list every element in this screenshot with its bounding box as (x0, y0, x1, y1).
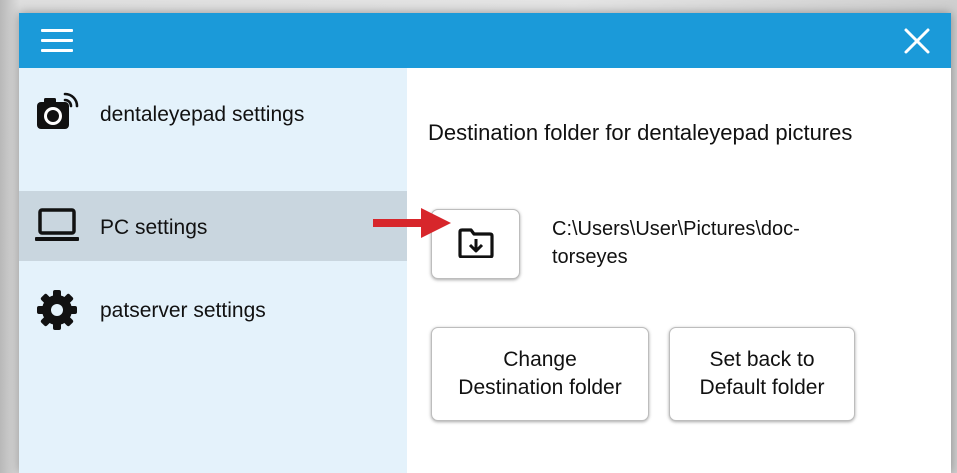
set-default-folder-label: Set back to Default folder (670, 346, 854, 402)
change-button-line-2: Destination folder (458, 376, 622, 399)
title-bar (19, 13, 951, 68)
sidebar-item-label: patserver settings (100, 299, 266, 322)
sidebar-item-dentaleyepad-settings[interactable]: dentaleyepad settings (19, 78, 407, 148)
destination-folder-heading: Destination folder for dentaleyepad pict… (428, 120, 853, 145)
sidebar-item-pc-settings[interactable]: PC settings (19, 191, 407, 261)
reset-button-line-2: Default folder (699, 376, 825, 399)
reset-button-line-1: Set back to (709, 348, 815, 371)
gear-icon (37, 290, 77, 330)
destination-path-line-2: torseyes (552, 246, 628, 268)
sidebar: dentaleyepad settings PC settings patser… (19, 68, 407, 473)
change-destination-folder-button[interactable]: Change Destination folder (431, 327, 649, 421)
settings-window: dentaleyepad settings PC settings patser… (19, 13, 951, 473)
pointer-arrow-icon (373, 208, 451, 238)
sidebar-item-label: dentaleyepad settings (100, 103, 305, 126)
hamburger-menu-button[interactable] (39, 26, 75, 56)
folder-download-icon (458, 228, 494, 258)
destination-path-text: C:\Users\User\Pictures\doc- torseyes (552, 215, 882, 271)
change-button-line-1: Change (503, 348, 577, 371)
pc-settings-panel: Destination folder for dentaleyepad pict… (407, 68, 951, 473)
laptop-icon (35, 208, 79, 241)
destination-path-line-1: C:\Users\User\Pictures\doc- (552, 218, 800, 240)
set-default-folder-button[interactable]: Set back to Default folder (669, 327, 855, 421)
camera-wireless-icon (37, 92, 79, 129)
sidebar-item-patserver-settings[interactable]: patserver settings (19, 274, 407, 344)
close-icon (904, 28, 930, 54)
change-destination-folder-label: Change Destination folder (432, 346, 648, 402)
sidebar-item-label: PC settings (100, 216, 208, 239)
close-button[interactable] (901, 25, 933, 57)
